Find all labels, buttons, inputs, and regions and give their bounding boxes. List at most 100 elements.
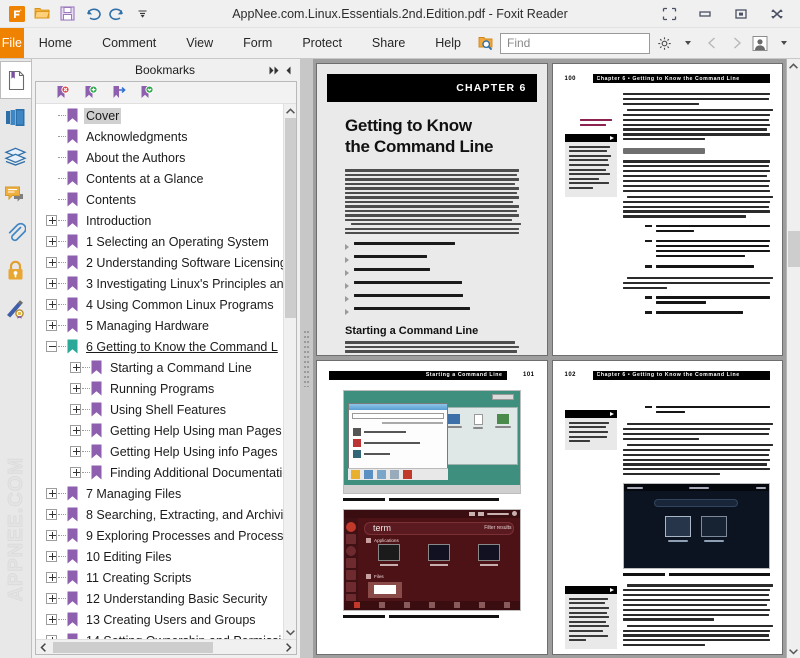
expand-toggle[interactable]	[46, 488, 57, 499]
tab-protect[interactable]: Protect	[287, 28, 357, 58]
sidebar-item-layers[interactable]	[1, 137, 31, 175]
scroll-down-icon[interactable]	[787, 644, 800, 658]
search-folder-icon[interactable]	[476, 32, 496, 54]
sidebar-item-page-thumbnails[interactable]	[1, 99, 31, 137]
save-icon[interactable]	[57, 4, 77, 24]
bookmarks-hscroll-thumb[interactable]	[53, 641, 213, 653]
scroll-down-icon[interactable]	[284, 625, 297, 639]
open-icon[interactable]	[32, 4, 52, 24]
bookmark-item[interactable]: 11 Creating Scripts	[36, 567, 283, 588]
foxit-logo-icon[interactable]	[7, 4, 27, 24]
goto-bookmark-button[interactable]	[110, 84, 127, 102]
bookmark-item[interactable]: 6 Getting to Know the Command L	[36, 336, 283, 357]
expand-toggle[interactable]	[46, 320, 57, 331]
expand-toggle[interactable]	[46, 278, 57, 289]
previous-page-icon[interactable]	[702, 32, 722, 54]
bookmarks-hscroll-track[interactable]	[51, 640, 281, 655]
expand-toggle[interactable]	[46, 593, 57, 604]
bookmark-item[interactable]: 5 Managing Hardware	[36, 315, 283, 336]
expand-toggle[interactable]	[70, 425, 81, 436]
bookmark-item[interactable]: 3 Investigating Linux's Principles and	[36, 273, 283, 294]
user-account-icon[interactable]	[750, 32, 770, 54]
scroll-up-icon[interactable]	[787, 59, 800, 73]
bookmark-item[interactable]: Contents at a Glance	[36, 168, 283, 189]
bookmark-item[interactable]: Running Programs	[36, 378, 283, 399]
scroll-up-icon[interactable]	[284, 104, 297, 118]
tab-view[interactable]: View	[171, 28, 228, 58]
expand-toggle[interactable]	[70, 383, 81, 394]
collapse-toggle[interactable]	[46, 341, 57, 352]
pdf-page-2[interactable]: 100 Chapter 6 • Getting to Know the Comm…	[551, 63, 783, 356]
bookmark-item[interactable]: Getting Help Using man Pages	[36, 420, 283, 441]
document-scroll-track[interactable]	[787, 73, 800, 644]
expand-toggle[interactable]	[46, 215, 57, 226]
sidebar-item-attachments[interactable]	[1, 213, 31, 251]
bookmark-item[interactable]: Contents	[36, 189, 283, 210]
bookmark-item[interactable]: 7 Managing Files	[36, 483, 283, 504]
find-input[interactable]	[507, 36, 662, 50]
bookmark-item[interactable]: Acknowledgments	[36, 126, 283, 147]
account-dropdown-caret[interactable]	[774, 32, 794, 54]
delete-bookmark-button[interactable]	[54, 84, 71, 102]
add-bookmark-button[interactable]	[82, 84, 99, 102]
bookmarks-vertical-scrollbar[interactable]	[283, 104, 296, 639]
bookmark-item[interactable]: Starting a Command Line	[36, 357, 283, 378]
collapse-panel-icon[interactable]	[282, 61, 296, 79]
customize-quick-access-icon[interactable]	[132, 4, 152, 24]
scroll-left-icon[interactable]	[36, 640, 51, 655]
bookmark-item[interactable]: 1 Selecting an Operating System	[36, 231, 283, 252]
tab-help[interactable]: Help	[420, 28, 476, 58]
tab-comment[interactable]: Comment	[87, 28, 171, 58]
bookmarks-scroll-thumb[interactable]	[284, 118, 296, 318]
maximize-button[interactable]	[724, 1, 758, 27]
sidebar-item-comments[interactable]	[1, 175, 31, 213]
expand-panel-icon[interactable]	[268, 61, 282, 79]
expand-toggle[interactable]	[46, 236, 57, 247]
expand-toggle[interactable]	[70, 362, 81, 373]
bookmark-item[interactable]: 12 Understanding Basic Security	[36, 588, 283, 609]
bookmark-item[interactable]: Introduction	[36, 210, 283, 231]
bookmark-item[interactable]: 10 Editing Files	[36, 546, 283, 567]
expand-toggle[interactable]	[46, 635, 57, 639]
expand-toggle[interactable]	[46, 530, 57, 541]
expand-toggle[interactable]	[46, 299, 57, 310]
fullscreen-button[interactable]	[652, 1, 686, 27]
bookmark-item[interactable]: 8 Searching, Extracting, and Archivi	[36, 504, 283, 525]
expand-toggle[interactable]	[70, 446, 81, 457]
document-vertical-scrollbar[interactable]	[786, 59, 800, 658]
tab-home[interactable]: Home	[24, 28, 87, 58]
pdf-page-3[interactable]: Starting a Command Line 101 term Filter …	[316, 359, 548, 655]
expand-toggle[interactable]	[46, 257, 57, 268]
tab-share[interactable]: Share	[357, 28, 420, 58]
close-button[interactable]	[760, 1, 794, 27]
scroll-right-icon[interactable]	[281, 640, 296, 655]
expand-toggle[interactable]	[70, 404, 81, 415]
bookmarks-tree[interactable]: Cover Acknowledgments About the Authors Con…	[36, 104, 283, 639]
tab-file[interactable]: File	[0, 28, 24, 58]
bookmark-item[interactable]: 14 Setting Ownership and Permissi	[36, 630, 283, 639]
bookmarks-horizontal-scrollbar[interactable]	[36, 639, 296, 654]
undo-icon[interactable]	[82, 4, 102, 24]
bookmark-item[interactable]: About the Authors	[36, 147, 283, 168]
gear-icon[interactable]	[654, 32, 674, 54]
gear-dropdown-caret[interactable]	[678, 32, 698, 54]
bookmark-item[interactable]: Getting Help Using info Pages	[36, 441, 283, 462]
document-viewport[interactable]: CHAPTER 6 Getting to Know the Command Li…	[313, 59, 800, 658]
redo-icon[interactable]	[107, 4, 127, 24]
tab-form[interactable]: Form	[228, 28, 287, 58]
panel-splitter[interactable]	[300, 59, 313, 658]
find-input-wrapper[interactable]	[500, 32, 662, 54]
pdf-page-4[interactable]: 102 Chapter 6 • Getting to Know the Comm…	[551, 359, 783, 655]
bookmark-item[interactable]: 4 Using Common Linux Programs	[36, 294, 283, 315]
bookmark-item[interactable]: 13 Creating Users and Groups	[36, 609, 283, 630]
expand-toggle[interactable]	[46, 572, 57, 583]
sidebar-item-security[interactable]	[1, 251, 31, 289]
bookmark-item[interactable]: Finding Additional Documentation	[36, 462, 283, 483]
sidebar-item-digital-signatures[interactable]	[1, 289, 31, 327]
pdf-page-1[interactable]: CHAPTER 6 Getting to Know the Command Li…	[316, 63, 548, 356]
expand-toggle[interactable]	[70, 467, 81, 478]
bookmarks-scroll-track[interactable]	[284, 118, 297, 625]
bookmark-item[interactable]: Using Shell Features	[36, 399, 283, 420]
next-page-icon[interactable]	[726, 32, 746, 54]
bookmark-item[interactable]: 2 Understanding Software Licensing	[36, 252, 283, 273]
